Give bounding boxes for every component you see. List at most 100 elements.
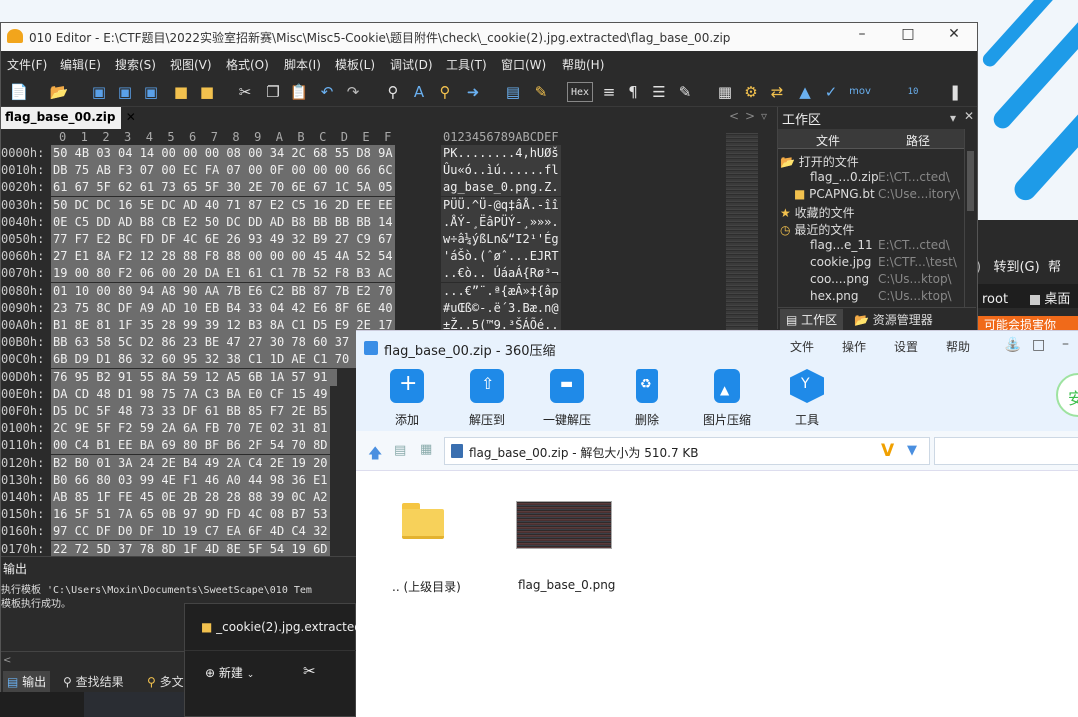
- row-ascii[interactable]: ...€”¨.ª{æÂ»‡{âp: [441, 282, 561, 300]
- row-hex-bytes[interactable]: 2C 9E 5F F2 59 2A 6A FB 70 7E 02 31 81: [51, 420, 330, 438]
- row-hex-bytes[interactable]: 00 C4 B1 EE BA 69 80 BF B6 2F 54 70 8D: [51, 437, 330, 455]
- menu-script[interactable]: 脚本(I): [284, 56, 321, 73]
- row-hex-bytes[interactable]: 50 DC DC 16 5E DC AD 40 71 87 E2 C5 16 2…: [51, 196, 395, 214]
- open-file-icon[interactable]: 📂: [49, 82, 69, 102]
- skin-icon[interactable]: ⛲: [1004, 337, 1021, 353]
- menu-tools[interactable]: 工具(T): [446, 56, 487, 73]
- replace-icon[interactable]: A: [409, 82, 429, 102]
- copy-icon[interactable]: ❐: [263, 82, 283, 102]
- mov-label[interactable]: mov: [847, 82, 873, 102]
- minimize-icon[interactable]: –: [839, 26, 885, 48]
- tab-close-icon[interactable]: ✕: [126, 110, 136, 124]
- zip-menu-help[interactable]: 帮助: [946, 338, 970, 355]
- row-hex-bytes[interactable]: 61 67 5F 62 61 73 65 5F 30 2E 70 6E 67 1…: [51, 179, 395, 197]
- favorites-group[interactable]: ★ 收藏的文件: [780, 204, 855, 221]
- menu-format[interactable]: 格式(O): [226, 56, 269, 73]
- tab-workspace[interactable]: ▤ 工作区: [780, 309, 844, 330]
- row-hex-bytes[interactable]: 27 E1 8A F2 12 28 88 F8 88 00 00 00 45 4…: [51, 248, 395, 266]
- row-hex-bytes[interactable]: D5 DC 5F 48 73 33 DF 61 BB 85 F7 2E B5: [51, 403, 330, 420]
- menu-debug[interactable]: 调试(D): [390, 56, 433, 73]
- up-arrow-icon[interactable]: 🡅: [368, 443, 382, 467]
- image-thumbnail[interactable]: [516, 501, 612, 549]
- zip-menu-settings[interactable]: 设置: [894, 338, 918, 355]
- file-item-label[interactable]: flag_base_0.png: [518, 578, 615, 592]
- tab-file[interactable]: flag_base_00.zip ✕: [1, 107, 136, 129]
- menu-file[interactable]: 文件(F): [7, 56, 47, 73]
- root-crumb[interactable]: root: [982, 292, 1008, 307]
- menu-window[interactable]: 窗口(W): [501, 56, 546, 73]
- menu-template[interactable]: 模板(L): [335, 56, 375, 73]
- workspace-item[interactable]: ■ PCAPNG.bt: [794, 187, 875, 201]
- toolbar-overflow-icon[interactable]: ❚: [945, 82, 965, 102]
- folder-icon[interactable]: ■: [171, 82, 191, 102]
- redo-icon[interactable]: ↷: [343, 82, 363, 102]
- one-click-extract-button[interactable]: ▬ 一键解压: [532, 369, 602, 428]
- workspace-item[interactable]: flag_...0.zip: [810, 170, 879, 184]
- v-logo-icon[interactable]: V: [881, 441, 894, 461]
- goto-icon[interactable]: ➜: [463, 82, 483, 102]
- col-file[interactable]: 文件: [816, 132, 840, 149]
- workspace-scrollbar[interactable]: [964, 129, 976, 307]
- dropdown-icon[interactable]: ▼: [907, 443, 917, 458]
- cut-icon[interactable]: ✂: [303, 662, 316, 680]
- row-hex-bytes[interactable]: 0E C5 DD AD B8 CB E2 50 DC DD AD B8 BB B…: [51, 213, 395, 231]
- undo-icon[interactable]: ↶: [317, 82, 337, 102]
- row-hex-bytes[interactable]: 16 5F 51 7A 65 0B 97 9D FD 4C 08 B7 53: [51, 506, 330, 524]
- zip-menu-file[interactable]: 文件: [790, 338, 814, 355]
- goto-menu[interactable]: 转到(G): [993, 260, 1039, 275]
- save-icon[interactable]: ▣: [89, 82, 109, 102]
- tab-multi[interactable]: ⚲ 多文: [147, 673, 184, 690]
- col-path[interactable]: 路径: [906, 132, 930, 149]
- highlight-icon[interactable]: ✎: [675, 82, 695, 102]
- tab-find-results[interactable]: ⚲ 查找结果: [63, 673, 124, 690]
- paragraph-icon[interactable]: ¶: [623, 82, 643, 102]
- add-button[interactable]: + 添加: [372, 369, 442, 428]
- menu-help[interactable]: 帮助(H): [562, 56, 604, 73]
- new-file-icon[interactable]: 📄: [9, 82, 29, 102]
- panel-close-icon[interactable]: ✕: [964, 109, 974, 123]
- row-hex-bytes[interactable]: 97 CC DF D0 DF 1D 19 C7 EA 6F 4D C4 32: [51, 523, 330, 541]
- row-hex-bytes[interactable]: 19 00 80 F2 06 00 20 DA E1 61 C1 7B 52 F…: [51, 265, 395, 283]
- list-view-icon[interactable]: ▤: [394, 443, 406, 458]
- tab-list-icon[interactable]: ▿: [761, 109, 767, 123]
- row-hex-bytes[interactable]: 23 75 8C DF A9 AD 10 EB B4 33 04 42 E6 8…: [51, 299, 395, 317]
- hex-mode-toggle[interactable]: Hex: [567, 82, 593, 102]
- find-in-files-icon[interactable]: ⚲: [435, 82, 455, 102]
- base-convert-icon[interactable]: 10: [903, 82, 923, 102]
- help-menu[interactable]: 帮: [1048, 260, 1061, 275]
- row-ascii[interactable]: #uŒß©-.ë´3.Bæ.n@: [441, 299, 561, 317]
- menu-edit[interactable]: 编辑(E): [60, 56, 101, 73]
- row-hex-bytes[interactable]: 6B D9 D1 86 32 60 95 32 38 C1 1D AE C1 7…: [51, 351, 395, 369]
- checksum-icon[interactable]: ✓: [821, 82, 841, 102]
- new-button[interactable]: ⊕ 新建 ⌄: [205, 664, 254, 681]
- row-ascii[interactable]: ag_base_0.png.Z.: [441, 179, 561, 197]
- workspace-item[interactable]: hex.png: [810, 289, 859, 303]
- row-hex-bytes[interactable]: DB 75 AB F3 07 00 EC FA 07 00 0F 00 00 0…: [51, 162, 395, 180]
- open-files-group[interactable]: 📂 打开的文件: [780, 153, 859, 170]
- workspace-item[interactable]: flag...e_11: [810, 238, 873, 252]
- row-ascii[interactable]: PÜÜ.^Ü-@q‡âÅ.-îî: [441, 196, 561, 214]
- row-ascii[interactable]: ..€ò.. ÚáaÁ{Rø³¬: [441, 265, 561, 283]
- tab-scroll-right-icon[interactable]: >: [745, 109, 755, 123]
- template-icon[interactable]: ⚙: [741, 82, 761, 102]
- search-input[interactable]: [934, 437, 1078, 465]
- menu-search[interactable]: 搜索(S): [115, 56, 156, 73]
- panel-menu-icon[interactable]: ▾: [950, 111, 956, 125]
- extract-to-button[interactable]: ⇧ 解压到: [452, 369, 522, 428]
- row-hex-bytes[interactable]: BB 63 58 5C D2 86 23 BE 47 27 30 78 60 3…: [51, 334, 395, 352]
- parent-folder-icon[interactable]: [402, 503, 446, 539]
- calculator-icon[interactable]: ▦: [715, 82, 735, 102]
- save-all-icon[interactable]: ▣: [141, 82, 161, 102]
- recent-group[interactable]: ◷ 最近的文件: [780, 221, 854, 238]
- row-hex-bytes[interactable]: B2 B0 01 3A 24 2E B4 49 2A C4 2E 19 20: [51, 454, 330, 472]
- tab-output[interactable]: ▤ 输出: [3, 671, 51, 692]
- row-hex-bytes[interactable]: DA CD 48 D1 98 75 7A C3 BA E0 CF 15 49: [51, 385, 330, 403]
- zip-menu-operate[interactable]: 操作: [842, 338, 866, 355]
- cut-icon[interactable]: ✂: [235, 82, 255, 102]
- row-hex-bytes[interactable]: 77 F7 E2 BC FD DF 4C 6E 26 93 49 32 B9 2…: [51, 231, 395, 248]
- columns-icon[interactable]: ☰: [649, 82, 669, 102]
- feedback-icon[interactable]: □: [1032, 337, 1045, 353]
- tab-explorer[interactable]: 📂 资源管理器: [854, 311, 933, 328]
- tools-button[interactable]: Y 工具: [772, 369, 842, 428]
- row-ascii[interactable]: 'áŠò.(ˆøˆ...EJRT: [441, 248, 561, 266]
